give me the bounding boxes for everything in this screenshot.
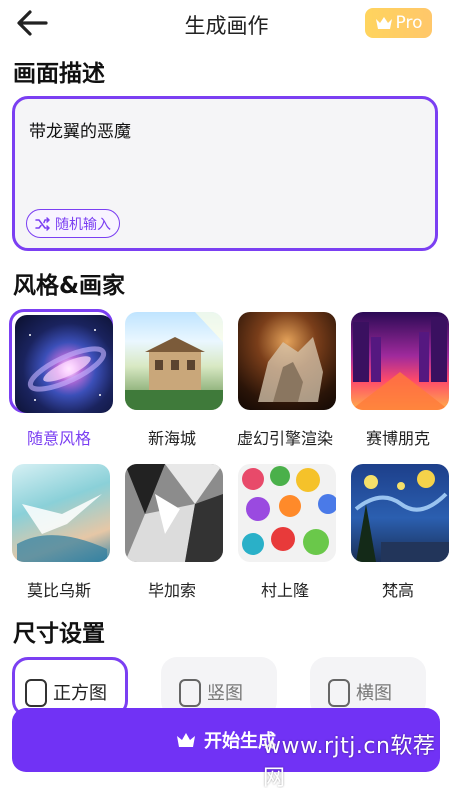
murakami-flowers-thumbnail (238, 464, 336, 562)
picasso-thumbnail (125, 464, 223, 562)
size-label: 竖图 (207, 683, 243, 704)
style-option-shinkai[interactable]: 新海城 (122, 309, 223, 449)
style-option-vangogh[interactable]: 梵高 (348, 461, 449, 601)
galaxy-thumbnail (15, 315, 113, 413)
crown-icon (375, 17, 392, 29)
top-bar: 生成画作 Pro (0, 0, 453, 46)
anime-building-thumbnail (125, 312, 223, 410)
style-option-unreal[interactable]: 虚幻引擎渲染 (235, 309, 336, 449)
portrait-size-icon (179, 679, 201, 707)
style-option-moebius[interactable]: 莫比乌斯 (9, 461, 110, 601)
starry-night-thumbnail (351, 464, 449, 562)
square-size-icon (25, 679, 47, 707)
description-section-title: 画面描述 (13, 61, 105, 87)
style-label: 虚幻引擎渲染 (236, 429, 333, 448)
cyberpunk-city-thumbnail (351, 312, 449, 410)
style-label: 随意风格 (26, 429, 91, 448)
style-option-picasso[interactable]: 毕加索 (122, 461, 223, 601)
style-label: 赛博朋克 (365, 429, 430, 448)
style-label: 梵高 (381, 581, 414, 600)
size-label: 横图 (356, 683, 392, 704)
style-label: 村上隆 (260, 581, 309, 600)
prompt-text[interactable]: 带龙翼的恶魔 (29, 117, 131, 142)
style-label: 莫比乌斯 (26, 581, 91, 600)
random-input-label: 随机输入 (55, 216, 111, 233)
prompt-input-box[interactable]: 带龙翼的恶魔 随机输入 (12, 96, 438, 251)
size-label: 正方图 (53, 683, 107, 704)
pro-badge[interactable]: Pro (365, 8, 432, 38)
watermark: www.rjtj.cn软荐网 (263, 734, 436, 788)
style-option-murakami[interactable]: 村上隆 (235, 461, 336, 601)
shuffle-icon (35, 216, 50, 231)
landscape-size-icon (328, 679, 350, 707)
style-label: 毕加索 (147, 581, 196, 600)
style-label: 新海城 (147, 429, 196, 448)
pro-label: Pro (395, 13, 423, 33)
random-input-button[interactable]: 随机输入 (26, 209, 120, 238)
size-section-title: 尺寸设置 (13, 621, 105, 647)
crown-icon (177, 733, 195, 747)
style-option-random[interactable]: 随意风格 (9, 309, 113, 449)
unreal-render-thumbnail (238, 312, 336, 410)
style-section-title: 风格&画家 (13, 273, 126, 299)
style-option-cyberpunk[interactable]: 赛博朋克 (348, 309, 449, 449)
moebius-thumbnail (12, 464, 110, 562)
